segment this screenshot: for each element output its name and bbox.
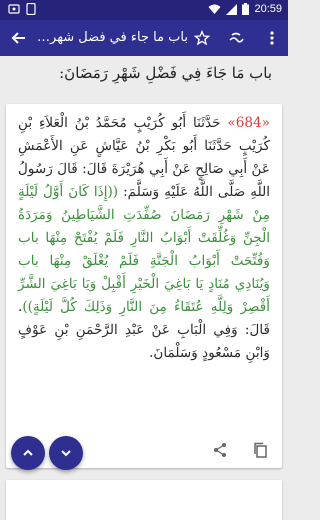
next-hadith-card: [6, 480, 282, 520]
back-button[interactable]: [4, 20, 32, 56]
app-toolbar: باب ما جاء في فضل شهر ...: [0, 20, 288, 56]
font-size-button[interactable]: [222, 20, 250, 56]
card-actions: [208, 438, 272, 462]
star-icon: [194, 30, 210, 46]
status-time: 20:59: [254, 3, 282, 15]
notification-icon: [8, 4, 20, 14]
chapter-title: باب مَا جَاءَ فِي فَضْلِ شَهْرِ رَمَضَان…: [59, 64, 272, 82]
favorite-button[interactable]: [188, 20, 216, 56]
hadith-matn: ((إِذَا كَانَ أَوَّلُ لَيْلَةٍ مِنْ شَهْ…: [18, 184, 270, 315]
status-bar: 20:59: [0, 0, 288, 20]
wifi-icon: [208, 4, 221, 14]
battery-icon: [242, 3, 250, 15]
share-icon: [214, 443, 226, 457]
hadith-number: «684»: [227, 115, 270, 131]
font-size-icon: [229, 32, 244, 43]
overflow-menu-icon: [270, 31, 274, 45]
toolbar-title: باب ما جاء في فضل شهر ...: [34, 30, 188, 45]
share-button[interactable]: [208, 438, 232, 462]
previous-hadith-button[interactable]: [11, 436, 45, 470]
next-hadith-button[interactable]: [49, 436, 83, 470]
hadith-text[interactable]: «684» حَدَّثَنَا أَبُو كُرَيْبٍ مُحَمَّد…: [18, 112, 270, 365]
copy-button[interactable]: [248, 438, 272, 462]
hadith-card: «684» حَدَّثَنَا أَبُو كُرَيْبٍ مُحَمَّد…: [6, 104, 282, 468]
signal-icon: [226, 3, 238, 15]
overflow-menu-button[interactable]: [258, 20, 286, 56]
arrow-up-icon: [23, 449, 33, 456]
phone-icon: [26, 3, 36, 15]
back-arrow-icon: [11, 32, 25, 44]
arrow-down-icon: [61, 450, 71, 457]
copy-icon: [254, 442, 267, 458]
